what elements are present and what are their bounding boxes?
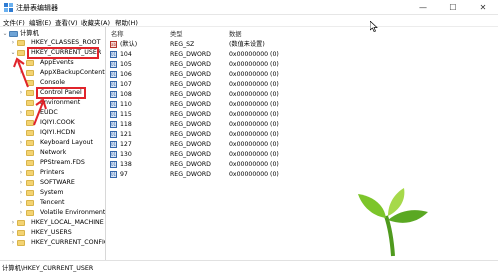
value-data: 0x00000000 (0) (229, 91, 279, 98)
close-button[interactable]: ✕ (468, 0, 498, 15)
value-row[interactable]: 01 115 REG_DWORD 0x00000000 (0) (107, 110, 498, 119)
values-list[interactable]: 名称 类型 数据 ab (默认) REG_SZ (数值未设置) 01 104 R… (107, 27, 498, 260)
value-type: REG_SZ (170, 41, 195, 48)
value-data: 0x00000000 (0) (229, 151, 279, 158)
binary-value-icon: 01 (110, 81, 117, 88)
column-header-name[interactable]: 名称 (111, 29, 124, 38)
value-type: REG_DWORD (170, 81, 211, 88)
value-type: REG_DWORD (170, 131, 211, 138)
value-data: 0x00000000 (0) (229, 61, 279, 68)
binary-value-icon: 01 (110, 171, 117, 178)
value-row[interactable]: 01 110 REG_DWORD 0x00000000 (0) (107, 100, 498, 109)
title-bar: 注册表编辑器 — ☐ ✕ (0, 0, 498, 15)
value-type: REG_DWORD (170, 171, 211, 178)
value-type: REG_DWORD (170, 161, 211, 168)
minimize-button[interactable]: — (408, 0, 438, 15)
value-type: REG_DWORD (170, 61, 211, 68)
value-type: REG_DWORD (170, 151, 211, 158)
binary-value-icon: 01 (110, 51, 117, 58)
value-name: 108 (120, 91, 132, 98)
value-row[interactable]: 01 121 REG_DWORD 0x00000000 (0) (107, 130, 498, 139)
value-type: REG_DWORD (170, 91, 211, 98)
value-row[interactable]: 01 138 REG_DWORD 0x00000000 (0) (107, 160, 498, 169)
value-data: 0x00000000 (0) (229, 111, 279, 118)
string-value-icon: ab (110, 41, 117, 48)
value-type: REG_DWORD (170, 141, 211, 148)
value-name: 127 (120, 141, 132, 148)
maximize-button[interactable]: ☐ (438, 0, 468, 15)
value-data: 0x00000000 (0) (229, 71, 279, 78)
value-row[interactable]: 01 108 REG_DWORD 0x00000000 (0) (107, 90, 498, 99)
value-name: 107 (120, 81, 132, 88)
status-bar: 计算机\HKEY_CURRENT_USER (0, 260, 498, 272)
column-header-data[interactable]: 数据 (229, 29, 242, 38)
binary-value-icon: 01 (110, 61, 117, 68)
value-data: 0x00000000 (0) (229, 141, 279, 148)
value-type: REG_DWORD (170, 71, 211, 78)
value-row[interactable]: 01 127 REG_DWORD 0x00000000 (0) (107, 140, 498, 149)
value-name: 130 (120, 151, 132, 158)
binary-value-icon: 01 (110, 161, 117, 168)
value-data: 0x00000000 (0) (229, 121, 279, 128)
value-name: 105 (120, 61, 132, 68)
value-data: (数值未设置) (229, 41, 265, 48)
menu-help[interactable]: 帮助(H) (115, 17, 138, 27)
value-data: 0x00000000 (0) (229, 131, 279, 138)
registry-editor-icon (4, 3, 13, 12)
value-row[interactable]: 01 107 REG_DWORD 0x00000000 (0) (107, 80, 498, 89)
value-data: 0x00000000 (0) (229, 161, 279, 168)
value-row[interactable]: 01 104 REG_DWORD 0x00000000 (0) (107, 50, 498, 59)
value-type: REG_DWORD (170, 51, 211, 58)
value-data: 0x00000000 (0) (229, 171, 279, 178)
menu-file[interactable]: 文件(F) (3, 17, 25, 27)
value-type: REG_DWORD (170, 101, 211, 108)
value-name: 121 (120, 131, 132, 138)
menu-edit[interactable]: 编辑(E) (29, 17, 51, 27)
value-name: (默认) (120, 41, 138, 48)
window-title: 注册表编辑器 (16, 4, 58, 12)
menu-view[interactable]: 查看(V) (55, 17, 78, 27)
menu-bar: 文件(F) 编辑(E) 查看(V) 收藏夹(A) 帮助(H) (0, 15, 498, 27)
status-path: 计算机\HKEY_CURRENT_USER (2, 265, 94, 272)
value-row[interactable]: 01 106 REG_DWORD 0x00000000 (0) (107, 70, 498, 79)
sprout-watermark-icon (358, 188, 428, 257)
binary-value-icon: 01 (110, 121, 117, 128)
value-type: REG_DWORD (170, 121, 211, 128)
value-data: 0x00000000 (0) (229, 81, 279, 88)
annotation-arrows (13, 57, 47, 126)
value-data: 0x00000000 (0) (229, 101, 279, 108)
binary-value-icon: 01 (110, 131, 117, 138)
value-row[interactable]: 01 105 REG_DWORD 0x00000000 (0) (107, 60, 498, 69)
value-name: 115 (120, 111, 132, 118)
binary-value-icon: 01 (110, 91, 117, 98)
binary-value-icon: 01 (110, 111, 117, 118)
value-name: 138 (120, 161, 132, 168)
menu-favorites[interactable]: 收藏夹(A) (81, 17, 110, 27)
value-name: 110 (120, 101, 132, 108)
binary-value-icon: 01 (110, 71, 117, 78)
value-name: 104 (120, 51, 132, 58)
value-name: 106 (120, 71, 132, 78)
value-row[interactable]: 01 97 REG_DWORD 0x00000000 (0) (107, 170, 498, 179)
binary-value-icon: 01 (110, 101, 117, 108)
mouse-cursor-icon (370, 21, 378, 32)
value-row[interactable]: 01 130 REG_DWORD 0x00000000 (0) (107, 150, 498, 159)
value-name: 97 (120, 171, 128, 178)
column-header-type[interactable]: 类型 (170, 29, 183, 38)
value-row[interactable]: ab (默认) REG_SZ (数值未设置) (107, 40, 498, 49)
value-name: 118 (120, 121, 132, 128)
value-data: 0x00000000 (0) (229, 51, 279, 58)
annotation-arrow-control-panel (33, 98, 47, 126)
binary-value-icon: 01 (110, 151, 117, 158)
binary-value-icon: 01 (110, 141, 117, 148)
annotation-arrow-current-user (13, 57, 29, 88)
value-row[interactable]: 01 118 REG_DWORD 0x00000000 (0) (107, 120, 498, 129)
value-type: REG_DWORD (170, 111, 211, 118)
